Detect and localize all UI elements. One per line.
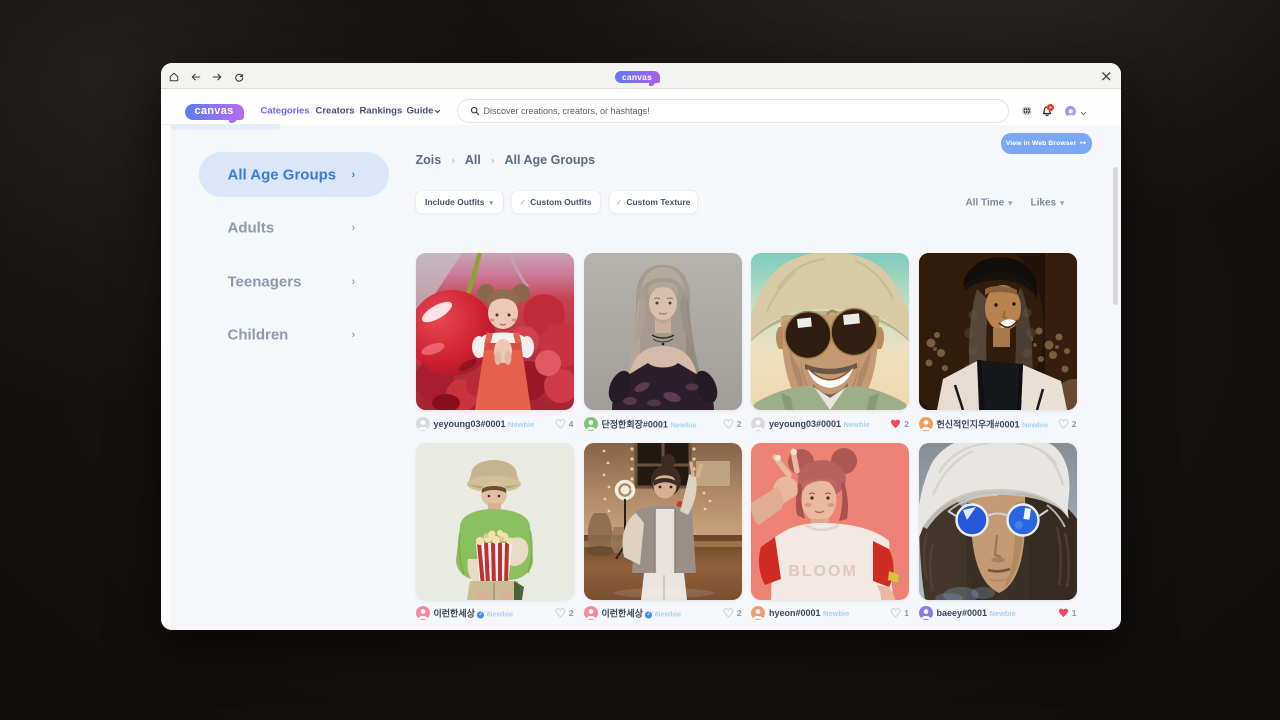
svg-text:BLOOM: BLOOM	[788, 563, 858, 580]
